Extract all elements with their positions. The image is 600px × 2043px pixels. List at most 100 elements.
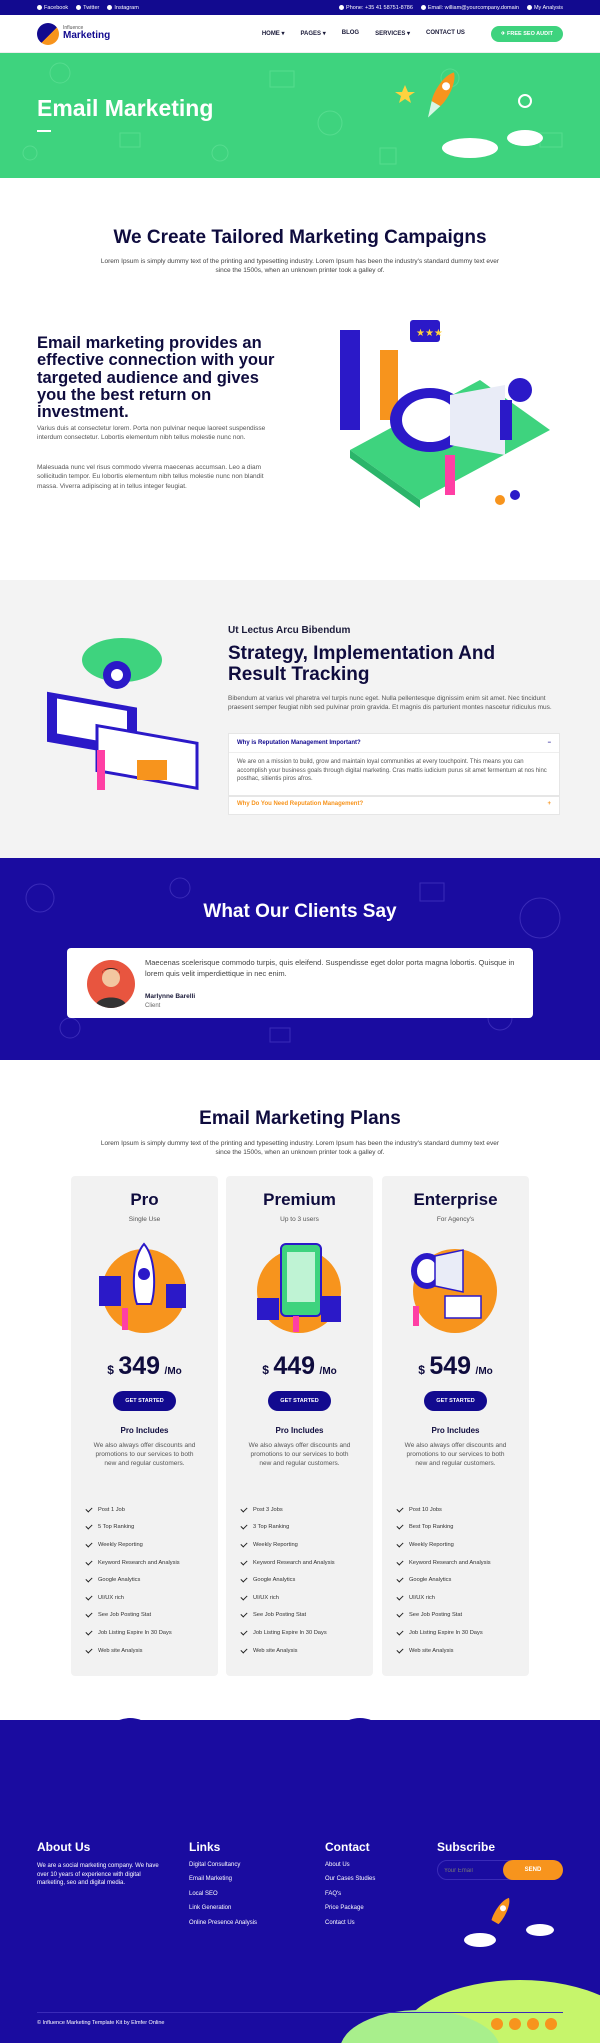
strategy-illustration	[47, 638, 199, 790]
facebook-link[interactable]: Facebook	[37, 5, 68, 11]
feature-item: 5 Top Ranking	[85, 1519, 180, 1537]
footer-link[interactable]: Online Presence Analysis	[189, 1916, 257, 1930]
collapse-icon[interactable]: −	[547, 740, 551, 746]
feature-item: See Job Posting Stat	[240, 1607, 335, 1625]
footer-link[interactable]: About Us	[325, 1858, 375, 1872]
site-logo[interactable]: Influence Marketing	[37, 22, 111, 45]
logo-big-text: Marketing	[63, 30, 111, 41]
facebook-icon	[37, 5, 42, 10]
subscribe-button[interactable]: SEND	[503, 1860, 563, 1880]
plan-name: Enterprise	[413, 1190, 498, 1209]
strategy-text: Bibendum at varius vel pharetra vel turp…	[228, 695, 552, 712]
logo-icon	[37, 22, 59, 45]
check-icon	[240, 1575, 248, 1583]
feature-item: Keyword Research and Analysis	[240, 1554, 335, 1572]
facebook-icon[interactable]	[491, 2018, 503, 2030]
get-started-button[interactable]: GET STARTED	[424, 1391, 487, 1411]
check-icon	[396, 1540, 404, 1548]
footer-links: Digital Consultancy Email Marketing Loca…	[189, 1858, 257, 1930]
account-link[interactable]: My Analysis	[526, 5, 563, 11]
feature-item: Google Analytics	[396, 1571, 491, 1589]
check-icon	[85, 1505, 93, 1513]
strategy-title: Strategy, Implementation And Result Trac…	[228, 643, 496, 685]
plan-subtitle: Up to 3 users	[280, 1216, 319, 1223]
instagram-icon[interactable]	[527, 2018, 539, 2030]
check-icon	[85, 1558, 93, 1566]
feature-item: Job Listing Expire In 30 Days	[85, 1624, 180, 1642]
feature-item: Weekly Reporting	[240, 1536, 335, 1554]
twitter-link[interactable]: Twitter	[76, 5, 99, 11]
check-icon	[85, 1646, 93, 1654]
check-icon	[396, 1610, 404, 1618]
nav-item-services[interactable]: SERVICES ▾	[375, 30, 410, 37]
twitter-icon[interactable]	[509, 2018, 521, 2030]
footer-link[interactable]: Digital Consultancy	[189, 1858, 257, 1872]
mail-icon[interactable]	[545, 2018, 557, 2030]
feature-item: Post 10 Jobs	[396, 1501, 491, 1519]
footer-link[interactable]: Email Marketing	[189, 1872, 257, 1886]
main-nav: Influence Marketing HOME ▾ PAGES ▾ BLOG …	[0, 15, 600, 53]
accordion-item-open[interactable]: Why is Reputation Management Important? …	[228, 733, 560, 796]
feature-paragraph-2: Malesuada nunc vel risus commodo viverra…	[37, 464, 264, 490]
check-icon	[240, 1505, 248, 1513]
nav-item-contact[interactable]: CONTACT US	[426, 30, 465, 37]
plan-description: We also always offer discounts and promo…	[93, 1442, 196, 1468]
plans-subtitle: Lorem Ipsum is simply dummy text of the …	[100, 1140, 500, 1156]
check-icon	[85, 1628, 93, 1636]
testimonials-title: What Our Clients Say	[203, 901, 397, 922]
subscribe-email-input[interactable]	[444, 1865, 504, 1876]
feature-item: UI/UX rich	[396, 1589, 491, 1607]
footer-link[interactable]: Link Generation	[189, 1901, 257, 1915]
plan-features: Post 10 Jobs Best Top Ranking Weekly Rep…	[396, 1501, 491, 1659]
check-icon	[240, 1628, 248, 1636]
check-icon	[396, 1646, 404, 1654]
phone-link[interactable]: Phone: +35 41 58751-8786	[339, 5, 413, 11]
megaphone-illustration: ★★★	[340, 320, 550, 508]
nav-menu: HOME ▾ PAGES ▾ BLOG SERVICES ▾ CONTACT U…	[262, 30, 465, 37]
accordion-header[interactable]: Why is Reputation Management Important? …	[229, 734, 559, 753]
check-icon	[396, 1505, 404, 1513]
phone-illustration	[257, 1243, 341, 1333]
feature-item: UI/UX rich	[85, 1589, 180, 1607]
mail-icon	[420, 5, 426, 10]
strategy-kicker: Ut Lectus Arcu Bibendum	[228, 625, 351, 636]
email-link[interactable]: Email: william@yourcompany.domain	[420, 5, 519, 11]
feature-item: Google Analytics	[240, 1571, 335, 1589]
nav-item-pages[interactable]: PAGES ▾	[301, 30, 326, 37]
check-icon	[85, 1593, 93, 1601]
check-icon	[396, 1575, 404, 1583]
check-icon	[396, 1558, 404, 1566]
plan-name: Pro	[130, 1190, 159, 1209]
get-started-button[interactable]: GET STARTED	[268, 1391, 331, 1411]
feature-item: See Job Posting Stat	[396, 1607, 491, 1625]
accordion-answer: We are on a mission to build, grow and m…	[237, 759, 547, 783]
plan-name: Premium	[263, 1190, 336, 1209]
footer-contact-title: Contact	[325, 1840, 370, 1854]
nav-item-blog[interactable]: BLOG	[342, 30, 359, 37]
free-seo-audit-button[interactable]: ✈ FREE SEO AUDIT	[490, 25, 563, 42]
plan-card-pro: Pro Single Use $ 349 /Mo GET STARTED Pro…	[71, 1176, 218, 1676]
plan-includes-title: Pro Includes	[275, 1426, 324, 1435]
expand-icon[interactable]: +	[547, 801, 551, 807]
plans-title: Email Marketing Plans	[199, 1108, 401, 1129]
testimonials-section: What Our Clients Say Maecenas scelerisqu…	[0, 858, 600, 1060]
feature-item: UI/UX rich	[240, 1589, 335, 1607]
instagram-link[interactable]: Instagram	[107, 5, 139, 11]
footer-link[interactable]: Local SEO	[189, 1887, 257, 1901]
plan-features: Post 1 Job 5 Top Ranking Weekly Reportin…	[85, 1501, 180, 1659]
plan-includes-title: Pro Includes	[120, 1426, 169, 1435]
accordion-item-closed[interactable]: Why Do You Need Reputation Management? +	[228, 796, 560, 815]
check-icon	[240, 1610, 248, 1618]
plan-card-enterprise: Enterprise For Agency's $ 549 /Mo GET ST…	[382, 1176, 529, 1676]
copyright: © Influence Marketing Template Kit by El…	[37, 2020, 165, 2026]
get-started-button[interactable]: GET STARTED	[113, 1391, 176, 1411]
plan-price: $ 549 /Mo	[418, 1352, 493, 1380]
feature-item: Post 3 Jobs	[240, 1501, 335, 1519]
svg-text:★★★: ★★★	[416, 328, 443, 339]
nav-item-home[interactable]: HOME ▾	[262, 30, 285, 37]
plan-subtitle: For Agency's	[436, 1216, 475, 1223]
accordion-header[interactable]: Why Do You Need Reputation Management? +	[229, 797, 559, 813]
footer-link[interactable]: Our Cases Studies	[325, 1872, 375, 1886]
feature-item: Google Analytics	[85, 1571, 180, 1589]
hero-banner: Email Marketing	[0, 53, 600, 178]
